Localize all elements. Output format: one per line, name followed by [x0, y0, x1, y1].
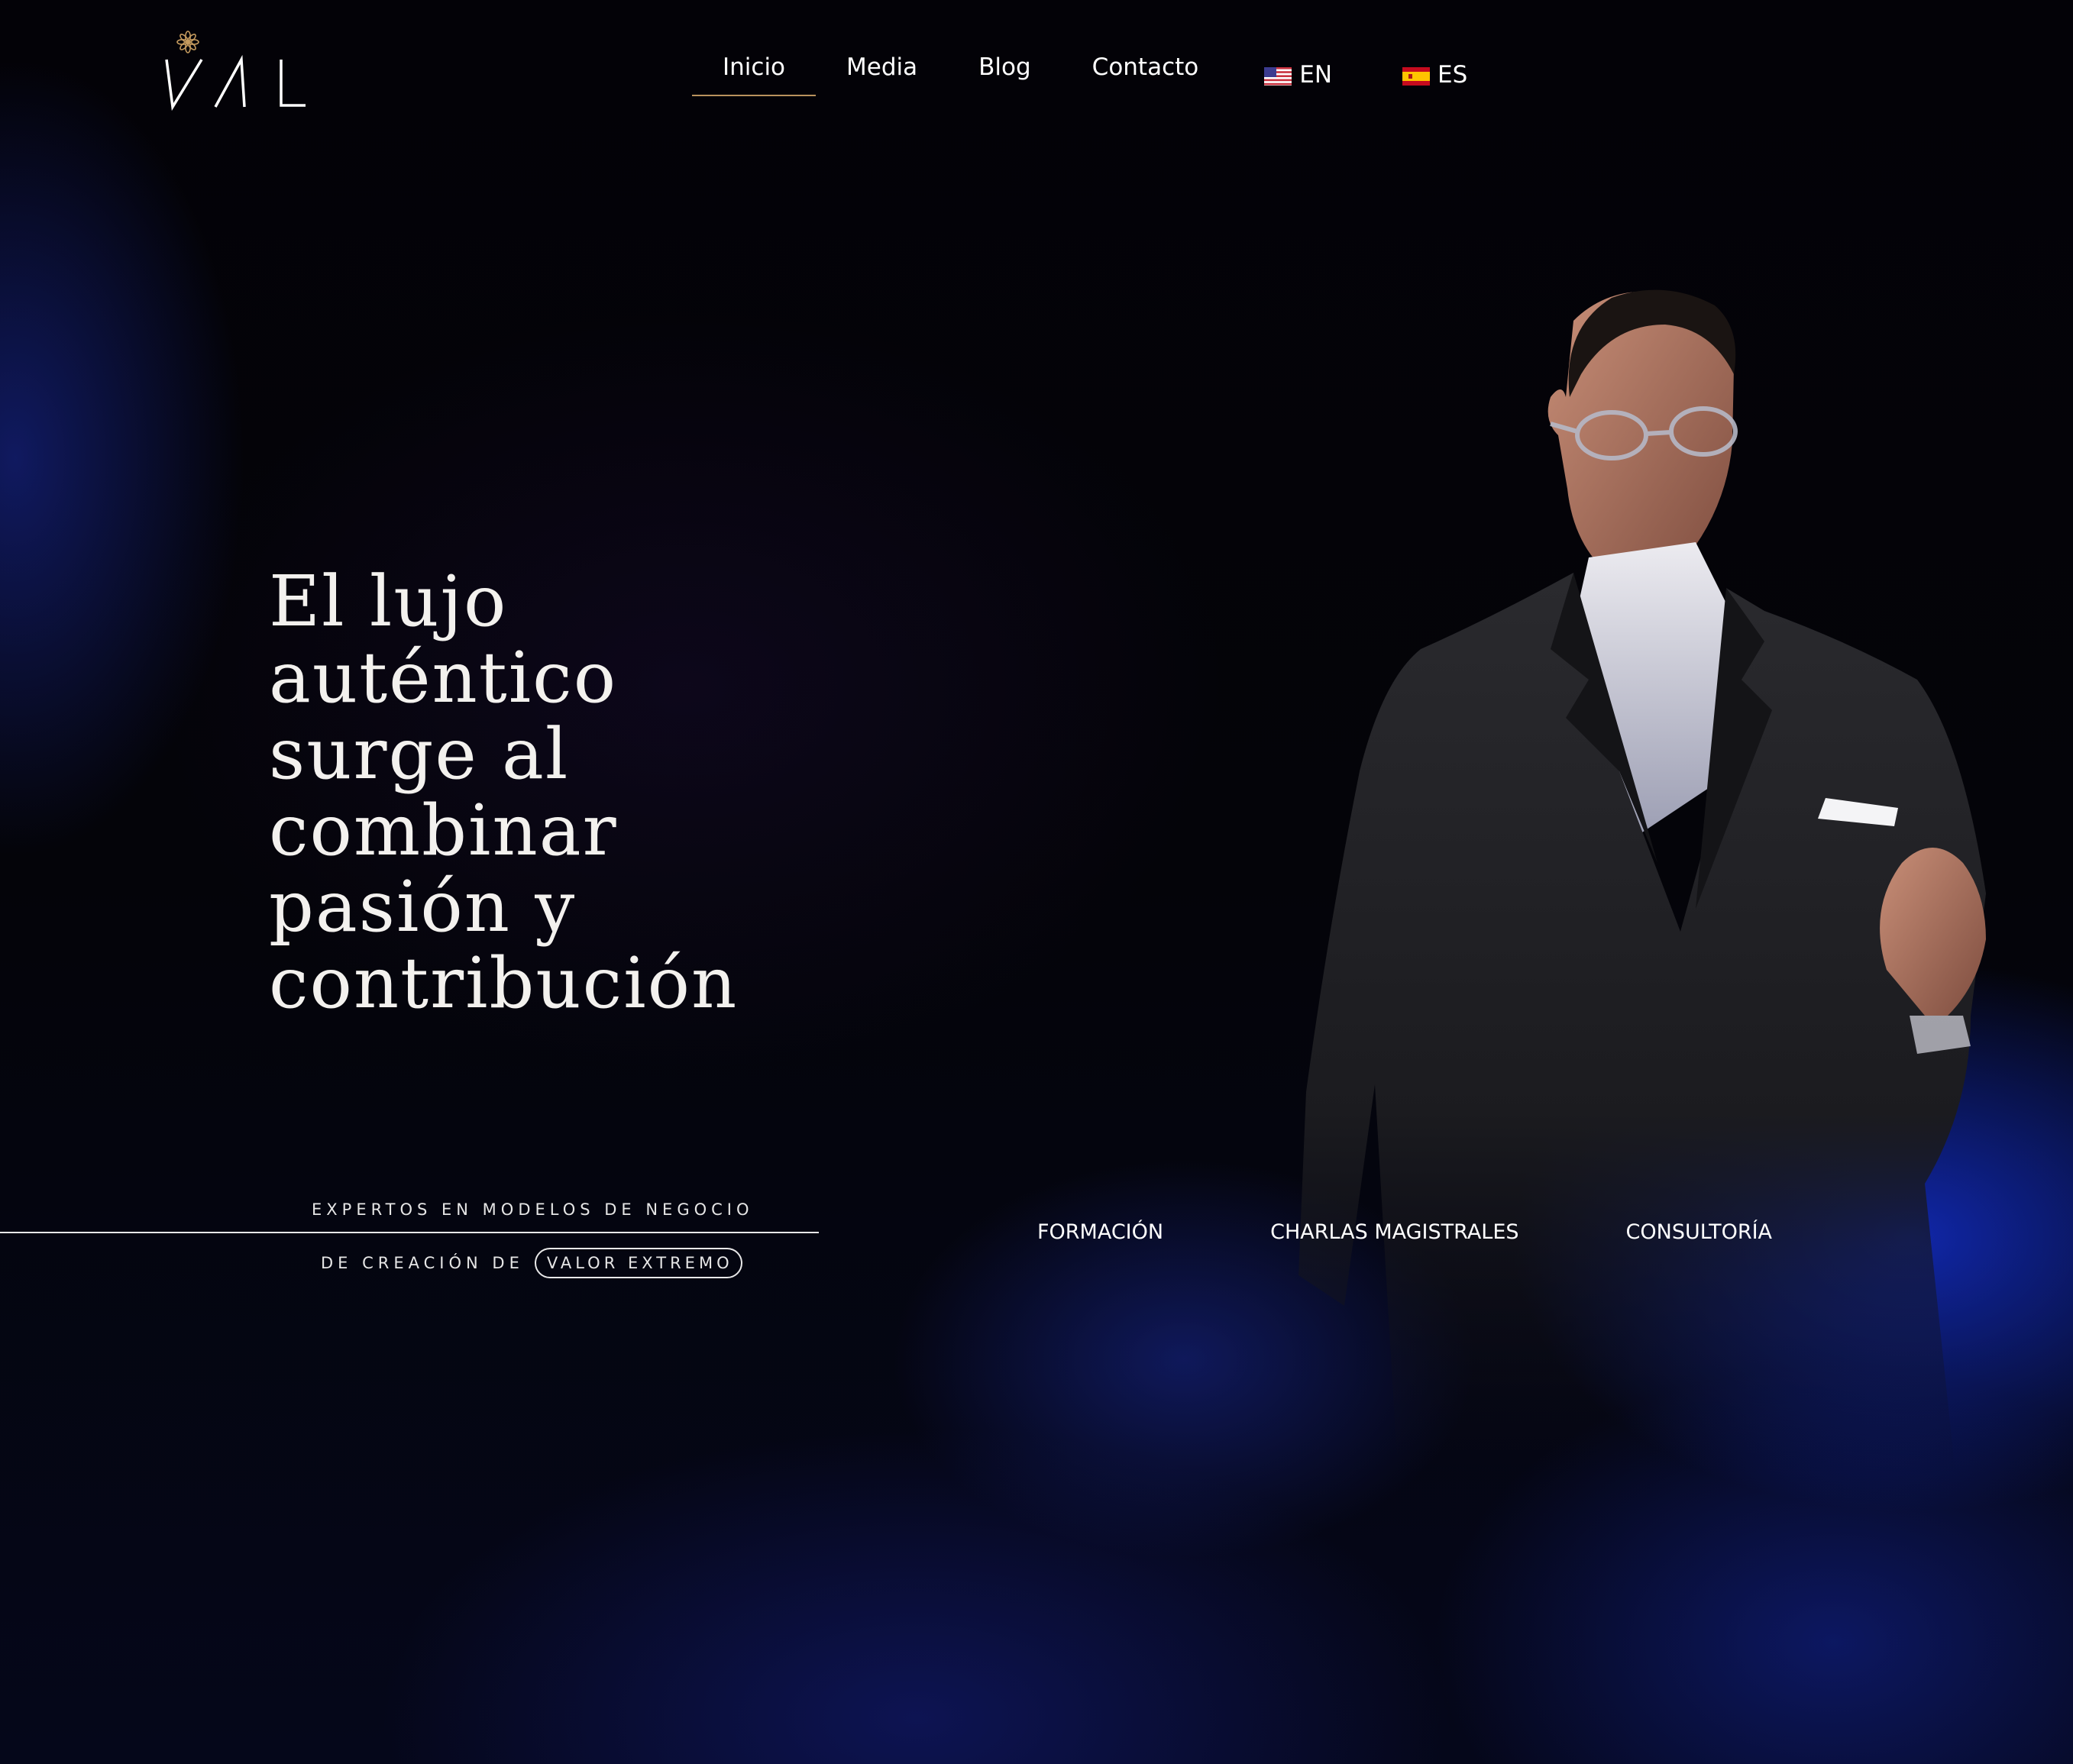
language-en[interactable]: EN	[1229, 44, 1367, 96]
speaker-photo	[1298, 283, 2073, 1474]
tagline-divider	[0, 1232, 819, 1233]
nav-blog[interactable]: Blog	[948, 44, 1062, 96]
hero-title: El lujo auténtico surge al combinar pasi…	[269, 564, 849, 1022]
language-es[interactable]: ES	[1367, 44, 1502, 96]
main-nav: Inicio Media Blog Contacto EN ES	[692, 44, 1502, 105]
tagline-highlight-badge: VALOR EXTREMO	[534, 1248, 742, 1278]
hero-title-line: surge al	[269, 713, 570, 795]
language-es-label: ES	[1438, 61, 1468, 89]
us-flag-icon	[1264, 67, 1292, 86]
es-flag-icon	[1402, 67, 1431, 86]
tagline-bottom: DE CREACIÓN DE VALOR EXTREMO	[321, 1248, 742, 1278]
hero-title-line: auténtico	[269, 637, 618, 719]
page: Inicio Media Blog Contacto EN ES El lujo…	[0, 0, 2073, 1764]
service-consultoria-link[interactable]: CONSULTORÍA	[1626, 1220, 1772, 1244]
hero-title-line: El lujo	[269, 561, 508, 642]
logo-mark	[165, 31, 306, 111]
speaker-illustration	[1298, 289, 1986, 1474]
tagline-top: EXPERTOS EN MODELOS DE NEGOCIO	[312, 1200, 754, 1219]
service-charlas-link[interactable]: CHARLAS MAGISTRALES	[1270, 1220, 1518, 1244]
logo[interactable]	[165, 29, 310, 113]
flower-icon	[176, 31, 199, 53]
hero-title-line: combinar	[269, 790, 618, 871]
hero-title-line: contribución	[269, 942, 739, 1024]
nav-contacto[interactable]: Contacto	[1062, 44, 1230, 96]
tagline-bottom-prefix: DE CREACIÓN DE	[321, 1254, 524, 1272]
service-formacion-link[interactable]: FORMACIÓN	[1037, 1220, 1163, 1244]
language-en-label: EN	[1299, 61, 1333, 89]
hero-title-line: pasión y	[269, 866, 577, 948]
nav-inicio[interactable]: Inicio	[692, 44, 817, 96]
services-menu: FORMACIÓN CHARLAS MAGISTRALES CONSULTORÍ…	[1037, 1220, 1772, 1244]
nav-media[interactable]: Media	[816, 44, 948, 96]
